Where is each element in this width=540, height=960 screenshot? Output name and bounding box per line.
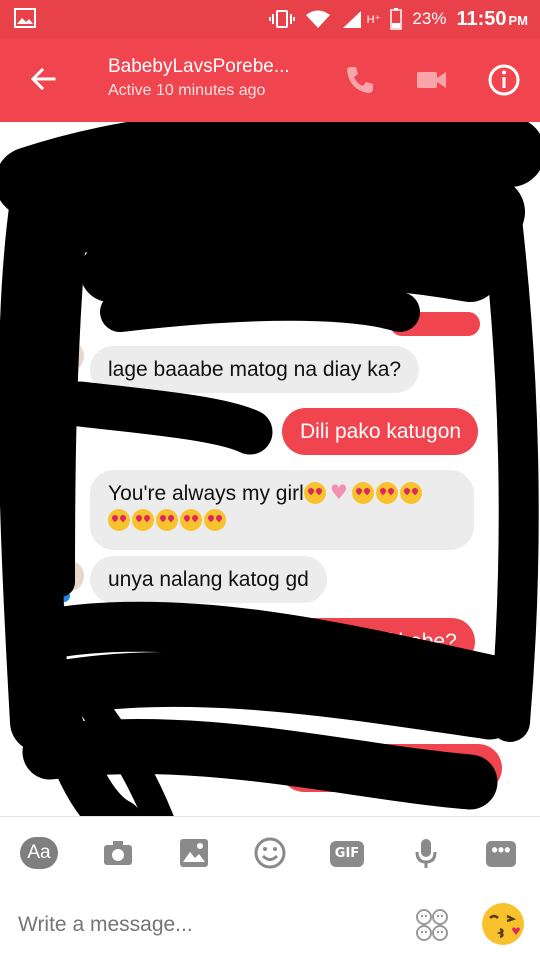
video-icon[interactable] — [414, 62, 450, 98]
contact-info[interactable]: BabebyLavsPorebe... Active 10 minutes ag… — [108, 56, 318, 100]
vibrate-icon — [268, 10, 295, 28]
battery-level: 23% — [412, 9, 447, 28]
battery-icon — [390, 8, 403, 30]
more-options-button[interactable]: ••• — [486, 841, 516, 867]
text-style-button[interactable]: Aa — [20, 837, 58, 869]
camera-icon[interactable] — [100, 835, 136, 871]
info-icon[interactable] — [486, 62, 522, 98]
kissing-emoji-icon[interactable] — [480, 901, 526, 947]
status-bar: H⁺ 23% 11:50 PM — [0, 0, 540, 38]
gif-button[interactable]: GIF — [330, 841, 364, 867]
conversation-header: BabebyLavsPorebe... Active 10 minutes ag… — [0, 38, 540, 122]
message-input[interactable] — [18, 909, 398, 941]
composer-toolbar: Aa GIF ••• — [0, 835, 540, 871]
clock: 11:50 PM — [456, 7, 528, 30]
messenger-screen: H⁺ 23% 11:50 PM BabebyLavsPorebe... Activ… — [0, 0, 540, 960]
composer: Aa GIF ••• — [0, 816, 540, 960]
redaction-scribble — [0, 122, 540, 816]
wifi-icon — [305, 10, 330, 28]
mic-icon[interactable] — [408, 835, 444, 871]
active-status: Active 10 minutes ago — [108, 82, 266, 99]
back-arrow-icon[interactable] — [26, 62, 60, 96]
sticker-icon[interactable] — [414, 907, 450, 943]
gallery-icon[interactable] — [176, 835, 212, 871]
message-list[interactable]: lage baaabe matog na diay ka? Dili pako … — [0, 122, 540, 816]
phone-icon[interactable] — [342, 62, 378, 98]
contact-name: BabebyLavsPorebe... — [108, 56, 290, 77]
image-icon — [14, 8, 36, 28]
signal-icon — [342, 11, 361, 28]
network-type: H⁺ — [366, 13, 381, 26]
smiley-icon[interactable] — [252, 835, 288, 871]
